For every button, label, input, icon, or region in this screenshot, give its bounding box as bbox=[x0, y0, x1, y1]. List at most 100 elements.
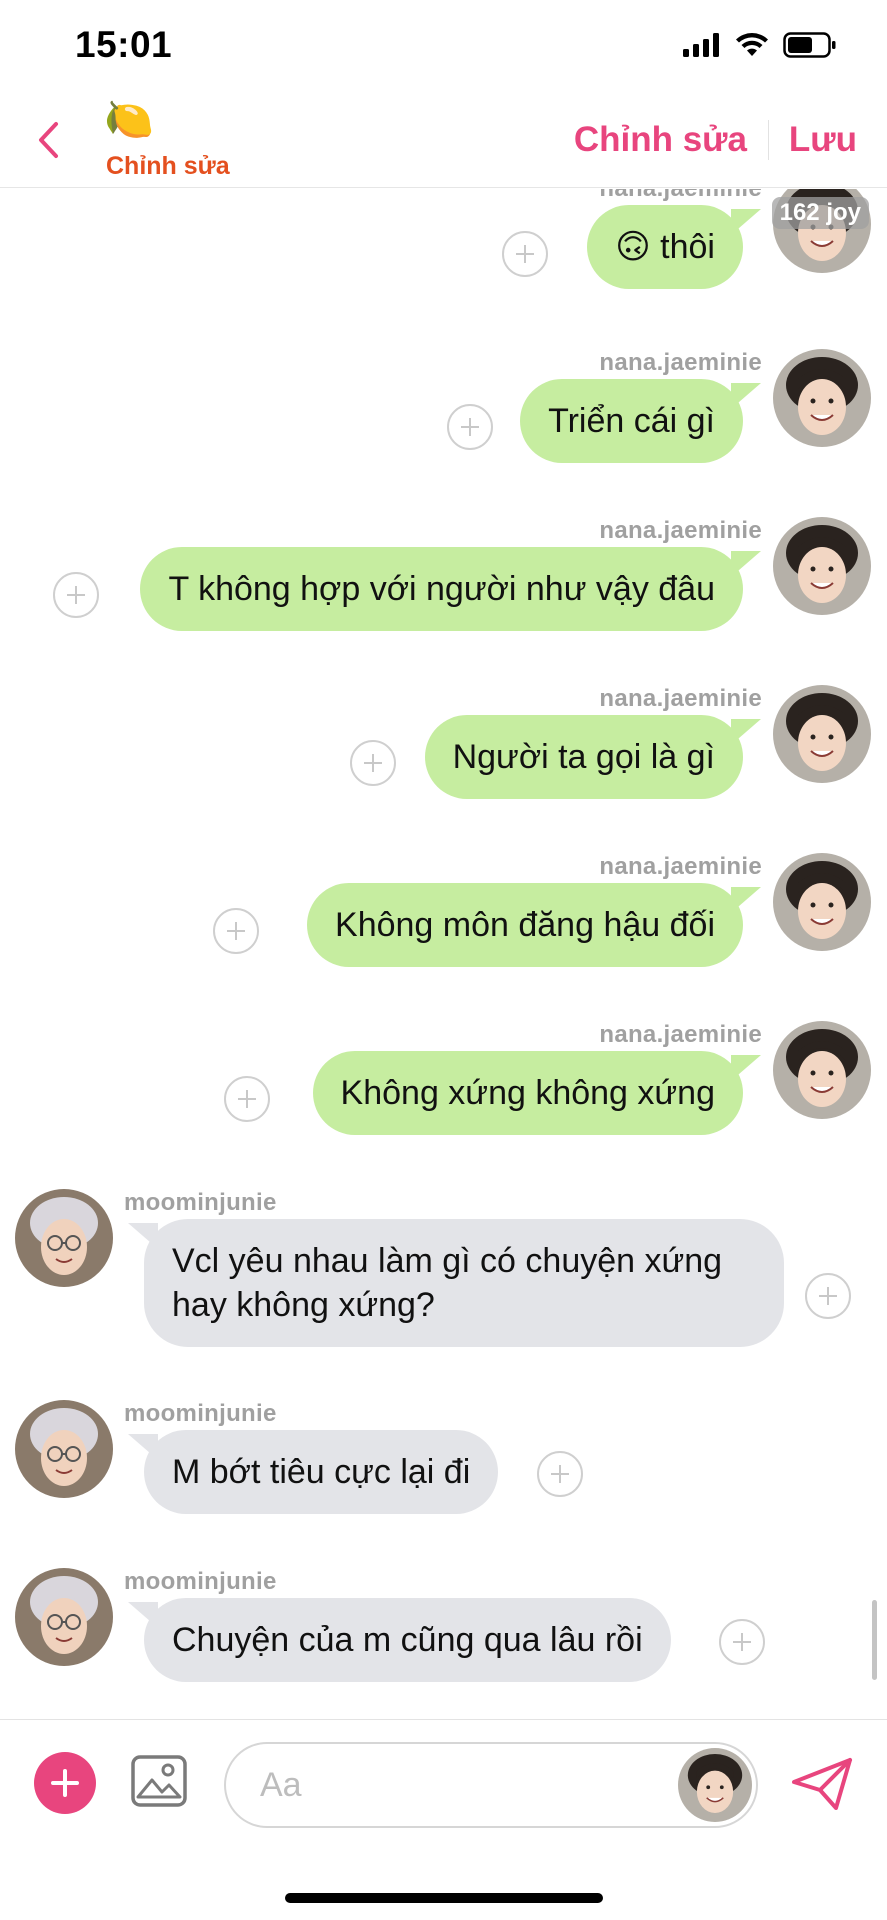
plus-icon bbox=[364, 754, 382, 772]
react-plus-button[interactable] bbox=[53, 572, 99, 618]
plus-icon bbox=[51, 1769, 79, 1797]
jaemin-avatar-image bbox=[773, 517, 871, 615]
sender-name: moominjunie bbox=[124, 1568, 277, 1595]
react-plus-button[interactable] bbox=[350, 740, 396, 786]
jaemin-avatar-image bbox=[678, 1748, 752, 1822]
avatar[interactable] bbox=[773, 853, 871, 951]
joy-count-badge: 162 joy bbox=[771, 197, 869, 229]
send-icon bbox=[792, 1758, 852, 1810]
avatar[interactable] bbox=[15, 1400, 113, 1498]
image-button[interactable] bbox=[130, 1752, 188, 1810]
bubble-tail bbox=[731, 719, 761, 745]
sender-name: nana.jaeminie bbox=[599, 189, 762, 203]
lemon-emoji: 🍋 bbox=[104, 98, 154, 142]
message-text: Không môn đăng hậu đối bbox=[335, 906, 715, 944]
plus-icon bbox=[819, 1287, 837, 1305]
plus-icon bbox=[227, 922, 245, 940]
sender-name: moominjunie bbox=[124, 1400, 277, 1427]
persona-avatar[interactable] bbox=[678, 1748, 752, 1822]
jaemin-avatar-image bbox=[773, 1021, 871, 1119]
message-row: nana.jaeminie Triển cái gì bbox=[0, 349, 887, 479]
bubble-tail bbox=[128, 1434, 158, 1460]
message-text: Chuyện của m cũng qua lâu rồi bbox=[172, 1621, 643, 1659]
react-plus-button[interactable] bbox=[447, 404, 493, 450]
message-text: Triển cái gì bbox=[548, 402, 715, 440]
message-text: Không xứng không xứng bbox=[340, 1074, 715, 1112]
message-text: T không hợp với người như vậy đâu bbox=[168, 570, 715, 608]
moomin-avatar-image bbox=[15, 1568, 113, 1666]
edit-button[interactable]: Chỉnh sửa bbox=[574, 120, 747, 160]
plus-icon bbox=[238, 1090, 256, 1108]
save-button[interactable]: Lưu bbox=[789, 120, 857, 160]
battery-icon bbox=[783, 32, 836, 58]
plus-icon bbox=[67, 586, 85, 604]
sender-name: nana.jaeminie bbox=[599, 349, 762, 376]
react-plus-button[interactable] bbox=[805, 1273, 851, 1319]
message-input[interactable]: Aa bbox=[224, 1742, 758, 1828]
bubble-tail bbox=[731, 1055, 761, 1081]
bubble-tail bbox=[128, 1602, 158, 1628]
header-divider bbox=[768, 120, 769, 160]
bubble-tail bbox=[731, 887, 761, 913]
sender-name: nana.jaeminie bbox=[599, 853, 762, 880]
header-subtitle[interactable]: Chỉnh sửa bbox=[106, 152, 230, 181]
add-button[interactable] bbox=[34, 1752, 96, 1814]
react-plus-button[interactable] bbox=[537, 1451, 583, 1497]
message-bubble[interactable]: Không môn đăng hậu đối bbox=[307, 883, 761, 967]
message-text: Vcl yêu nhau làm gì có chuyện xứng hay k… bbox=[172, 1242, 723, 1324]
avatar[interactable] bbox=[773, 517, 871, 615]
message-bubble[interactable]: T không hợp với người như vậy đâu bbox=[140, 547, 761, 631]
sender-name: moominjunie bbox=[124, 1189, 277, 1216]
plus-icon bbox=[733, 1633, 751, 1651]
scrollbar-thumb[interactable] bbox=[872, 1600, 877, 1680]
bubble-tail bbox=[731, 551, 761, 577]
image-icon bbox=[131, 1755, 187, 1807]
react-plus-button[interactable] bbox=[502, 231, 548, 277]
avatar[interactable] bbox=[15, 1189, 113, 1287]
react-plus-button[interactable] bbox=[719, 1619, 765, 1665]
jaemin-avatar-image bbox=[773, 853, 871, 951]
plus-icon bbox=[551, 1465, 569, 1483]
message-bubble[interactable]: Triển cái gì bbox=[520, 379, 761, 463]
cellular-signal-icon bbox=[683, 33, 719, 57]
react-plus-button[interactable] bbox=[224, 1076, 270, 1122]
avatar[interactable] bbox=[773, 1021, 871, 1119]
avatar[interactable] bbox=[15, 1568, 113, 1666]
sender-name: nana.jaeminie bbox=[599, 685, 762, 712]
message-bubble[interactable]: Người ta gọi là gì bbox=[424, 715, 761, 799]
message-row: moominjunie Chuyện của m cũng qua lâu rồ… bbox=[0, 1568, 887, 1698]
jaemin-avatar-image bbox=[773, 685, 871, 783]
message-row: nana.jaeminie Người ta gọi là gì bbox=[0, 685, 887, 815]
status-bar: 15:01 bbox=[0, 0, 887, 96]
jaemin-avatar-image bbox=[773, 349, 871, 447]
message-text: Người ta gọi là gì bbox=[452, 738, 715, 776]
wifi-icon bbox=[736, 33, 768, 56]
plus-icon bbox=[461, 418, 479, 436]
message-bubble[interactable]: M bớt tiêu cực lại đi bbox=[128, 1430, 499, 1514]
chevron-left-icon bbox=[39, 122, 58, 158]
message-text: M bớt tiêu cực lại đi bbox=[172, 1453, 471, 1491]
bubble-tail bbox=[128, 1223, 158, 1249]
chat-area[interactable]: nana.jaeminie 162 joy 🙃 thôi nana.jaemin… bbox=[0, 189, 887, 1719]
react-plus-button[interactable] bbox=[213, 908, 259, 954]
back-button[interactable] bbox=[28, 118, 68, 162]
composer-bar: Aa bbox=[0, 1719, 887, 1837]
send-button[interactable] bbox=[790, 1756, 854, 1812]
avatar[interactable] bbox=[773, 685, 871, 783]
message-row: nana.jaeminie 162 joy 🙃 thôi bbox=[0, 189, 887, 305]
avatar[interactable] bbox=[773, 349, 871, 447]
message-row: nana.jaeminie T không hợp với người như … bbox=[0, 517, 887, 647]
message-bubble[interactable]: Chuyện của m cũng qua lâu rồi bbox=[128, 1598, 671, 1682]
home-indicator[interactable] bbox=[285, 1893, 603, 1903]
message-bubble[interactable]: Vcl yêu nhau làm gì có chuyện xứng hay k… bbox=[128, 1219, 784, 1347]
message-text: 🙃 thôi bbox=[615, 228, 715, 266]
message-bubble[interactable]: Không xứng không xứng bbox=[312, 1051, 761, 1135]
message-row: moominjunie Vcl yêu nhau làm gì có chuyệ… bbox=[0, 1189, 887, 1359]
message-bubble[interactable]: 🙃 thôi bbox=[587, 205, 761, 289]
sender-name: nana.jaeminie bbox=[599, 517, 762, 544]
status-time: 15:01 bbox=[75, 24, 173, 65]
bubble-tail bbox=[731, 209, 761, 235]
moomin-avatar-image bbox=[15, 1400, 113, 1498]
message-row: nana.jaeminie Không xứng không xứng bbox=[0, 1021, 887, 1151]
header: 🍋 Chỉnh sửa Chỉnh sửa Lưu bbox=[0, 96, 887, 188]
